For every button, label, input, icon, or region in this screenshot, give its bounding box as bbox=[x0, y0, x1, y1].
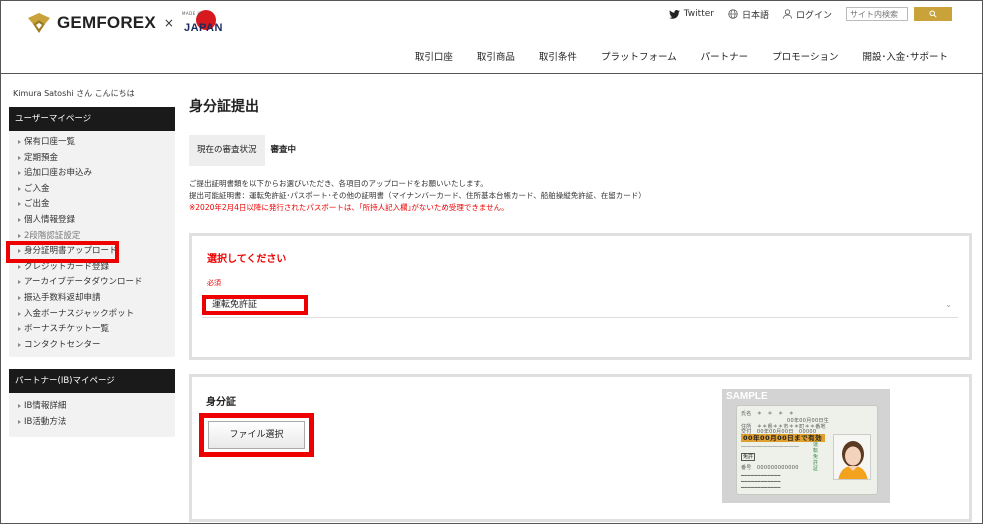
login-link-label: ログイン bbox=[795, 10, 832, 21]
sidebar-item-archive-download[interactable]: アーカイブデータダウンロード bbox=[9, 275, 175, 291]
sidebar-item-label: 追加口座お申込み bbox=[24, 168, 93, 179]
language-link-label: 日本語 bbox=[741, 10, 769, 21]
twitter-link-label: Twitter bbox=[683, 9, 714, 19]
main-nav: 取引口座 取引商品 取引条件 プラットフォーム パートナー プロモーション 開設… bbox=[391, 49, 948, 63]
gemforex-logo-icon bbox=[27, 12, 51, 34]
twitter-link[interactable]: Twitter bbox=[668, 9, 714, 19]
card-class-line-3: ━━━━━━━━━━━━ bbox=[741, 485, 781, 491]
document-type-select[interactable]: 運転免許証 ⌄ bbox=[202, 294, 958, 318]
sidebar-item-withdraw[interactable]: ご出金 bbox=[9, 197, 175, 213]
language-link[interactable]: 日本語 bbox=[728, 8, 769, 21]
review-status: 現在の審査状況 審査中 bbox=[189, 135, 973, 166]
sidebar-section-user-mypage: ユーザーマイページ bbox=[9, 107, 175, 131]
card-vertical-label: 運転免許証 bbox=[813, 442, 819, 472]
card-name: 氏名 ＊ ＊ ＊ ＊ bbox=[741, 411, 795, 417]
sidebar-item-contact[interactable]: コンタクトセンター bbox=[9, 338, 175, 354]
user-greeting: Kimura Satoshi さん こんにちは bbox=[13, 89, 135, 98]
sidebar-item-label: IB情報詳細 bbox=[24, 401, 67, 412]
nav-support[interactable]: 開設･入金･サポート bbox=[862, 49, 948, 63]
sidebar-item-label: ボーナスチケット一覧 bbox=[24, 324, 110, 335]
made-in-japan-logo: MADE IN JAPAN bbox=[182, 10, 222, 36]
sidebar-item-personal-info[interactable]: 個人情報登録 bbox=[9, 213, 175, 229]
nav-conditions[interactable]: 取引条件 bbox=[539, 49, 577, 63]
sidebar-item-label: アーカイブデータダウンロード bbox=[24, 277, 143, 288]
sidebar-item-2fa[interactable]: 2段階認証設定 bbox=[9, 229, 175, 245]
required-label: 必須 bbox=[207, 279, 221, 287]
sidebar-item-fee-refund[interactable]: 振込手数料返却申請 bbox=[9, 291, 175, 307]
card-conditions: ――――――――――― bbox=[741, 444, 800, 450]
japan-logo-small-text: MADE IN bbox=[181, 11, 203, 16]
search-icon bbox=[929, 10, 937, 18]
sidebar-item-label: 振込手数料返却申請 bbox=[24, 292, 101, 303]
sidebar-item-ib-methods[interactable]: IB活動方法 bbox=[9, 415, 175, 431]
sidebar-item-label: 個人情報登録 bbox=[24, 214, 76, 225]
sidebar-item-id-upload[interactable]: 身分証明書アップロード bbox=[6, 241, 119, 263]
sidebar-item-time-deposit[interactable]: 定期預金 bbox=[9, 151, 175, 167]
sidebar-item-label: 身分証明書アップロード bbox=[24, 246, 118, 257]
sidebar-item-label: 2段階認証設定 bbox=[24, 230, 81, 241]
chevron-down-icon: ⌄ bbox=[945, 300, 952, 309]
sidebar-item-label: ご入金 bbox=[24, 183, 50, 194]
card-expire: 00年00月00日まで有効 bbox=[741, 434, 825, 442]
nav-promotion[interactable]: プロモーション bbox=[772, 49, 838, 63]
site-search-input[interactable] bbox=[846, 7, 908, 21]
sidebar-item-bonus-tickets[interactable]: ボーナスチケット一覧 bbox=[9, 322, 175, 338]
document-type-panel: 選択してください 必須 運転免許証 ⌄ bbox=[189, 233, 972, 360]
card-kind: 免許 bbox=[741, 453, 756, 461]
sample-license-image: SAMPLE 氏名 ＊ ＊ ＊ ＊ 00年00月00日生 住所 ＊＊県＊＊市＊＊… bbox=[722, 389, 890, 503]
file-select-button[interactable]: ファイル選択 bbox=[208, 421, 305, 449]
portrait-photo bbox=[833, 434, 871, 480]
sidebar-item-label: ご出金 bbox=[24, 199, 50, 210]
sidebar-item-credit-card[interactable]: クレジットカード登録 bbox=[9, 260, 175, 276]
id-upload-panel: 身分証 ファイル選択 SAMPLE 氏名 ＊ ＊ ＊ ＊ 00年00月00日生 … bbox=[189, 374, 972, 522]
sidebar-item-label: 定期預金 bbox=[24, 152, 59, 163]
review-status-value: 審査中 bbox=[270, 145, 297, 155]
file-select-highlight: ファイル選択 bbox=[199, 413, 314, 457]
logo-separator: × bbox=[163, 16, 174, 30]
globe-icon bbox=[728, 9, 738, 19]
header-utility-links: Twitter 日本語 ログイン bbox=[668, 7, 952, 21]
card-number: 番号 000000000000 bbox=[741, 465, 799, 471]
nav-accounts[interactable]: 取引口座 bbox=[415, 49, 453, 63]
site-search-button[interactable] bbox=[914, 7, 952, 21]
upload-instructions: ご提出証明書類を以下からお選びいただき、各項目のアップロードをお願いいたします。… bbox=[189, 178, 973, 214]
license-card: 氏名 ＊ ＊ ＊ ＊ 00年00月00日生 住所 ＊＊県＊＊市＊＊町＊＊番地 交… bbox=[736, 405, 878, 495]
twitter-icon bbox=[668, 9, 680, 19]
select-prompt: 選択してください bbox=[207, 254, 287, 265]
sidebar-item-label: 保有口座一覧 bbox=[24, 137, 76, 147]
sidebar-item-jackpot[interactable]: 入金ボーナスジャックポット bbox=[9, 307, 175, 323]
instruction-line-2: 提出可能証明書：運転免許証･パスポート･その他の証明書（マイナンバーカード、住所… bbox=[189, 191, 646, 200]
selected-document-type: 運転免許証 bbox=[202, 295, 308, 315]
sample-label: SAMPLE bbox=[726, 391, 768, 402]
sidebar-partner-menu: IB情報詳細 IB活動方法 bbox=[9, 393, 175, 437]
sidebar-item-label: 入金ボーナスジャックポット bbox=[24, 308, 135, 319]
sidebar-item-label: コンタクトセンター bbox=[24, 339, 101, 350]
sidebar-item-accounts[interactable]: 保有口座一覧 bbox=[9, 135, 175, 151]
sidebar-user-menu: 保有口座一覧 定期預金 追加口座お申込み ご入金 ご出金 個人情報登録 2段階認… bbox=[6, 131, 175, 358]
japan-logo-text: JAPAN bbox=[183, 22, 223, 34]
logo-text: GEMFOREX bbox=[57, 13, 156, 32]
sidebar-section-partner-mypage: パートナー(IB)マイページ bbox=[9, 369, 175, 394]
site-header: GEMFOREX × MADE IN JAPAN Twitter 日本語 ログイ… bbox=[1, 1, 982, 74]
sidebar: Kimura Satoshi さん こんにちは ユーザーマイページ 保有口座一覧… bbox=[6, 87, 175, 437]
page-title: 身分証提出 bbox=[189, 99, 259, 115]
gemforex-logo[interactable]: GEMFOREX × MADE IN JAPAN bbox=[27, 10, 222, 36]
nav-platform[interactable]: プラットフォーム bbox=[601, 49, 677, 63]
nav-products[interactable]: 取引商品 bbox=[477, 49, 515, 63]
passport-warning: ※2020年2月4日以降に発行されたパスポートは、｢所持人記入欄｣がないため受理… bbox=[189, 203, 509, 212]
sidebar-item-label: クレジットカード登録 bbox=[24, 261, 110, 272]
browser-viewport: GEMFOREX × MADE IN JAPAN Twitter 日本語 ログイ… bbox=[0, 0, 983, 524]
sidebar-item-add-account[interactable]: 追加口座お申込み bbox=[9, 166, 175, 182]
instruction-line-1: ご提出証明書類を以下からお選びいただき、各項目のアップロードをお願いいたします。 bbox=[189, 179, 488, 188]
upload-section-title: 身分証 bbox=[206, 397, 236, 408]
sidebar-item-deposit[interactable]: ご入金 bbox=[9, 182, 175, 198]
sidebar-item-label: IB活動方法 bbox=[24, 416, 67, 427]
login-link[interactable]: ログイン bbox=[783, 8, 832, 21]
nav-partner[interactable]: パートナー bbox=[701, 49, 749, 63]
sidebar-item-ib-details[interactable]: IB情報詳細 bbox=[9, 399, 175, 415]
user-icon bbox=[783, 9, 792, 19]
portrait-icon bbox=[834, 435, 870, 479]
main-content: 身分証提出 現在の審査状況 審査中 ご提出証明書類を以下からお選びいただき、各項… bbox=[189, 87, 973, 522]
review-status-label: 現在の審査状況 bbox=[189, 135, 265, 166]
